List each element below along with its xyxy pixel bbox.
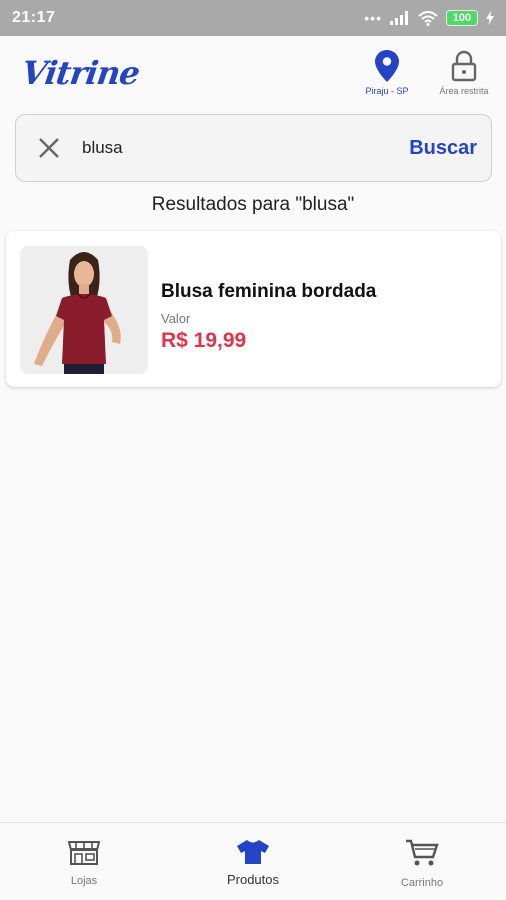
restricted-area-label: Área restrita	[439, 86, 489, 96]
shirt-icon	[237, 840, 269, 864]
status-time: 21:17	[12, 9, 56, 26]
app-logo[interactable]: Vitrine	[19, 54, 141, 92]
product-name: Blusa feminina bordada	[161, 281, 377, 302]
product-card[interactable]: Blusa feminina bordada Valor R$ 19,99	[6, 231, 501, 387]
tab-carrinho-label: Carrinho	[400, 877, 444, 889]
close-icon	[39, 138, 59, 158]
charging-icon	[486, 11, 494, 25]
search-button[interactable]: Buscar	[399, 137, 491, 160]
location-button[interactable]: Piraju - SP	[355, 50, 419, 96]
results-title: Resultados para "blusa"	[151, 194, 355, 215]
tab-lojas-label: Lojas	[70, 875, 98, 887]
tab-produtos[interactable]: Produtos	[169, 823, 337, 900]
tab-produtos-label: Produtos	[226, 872, 280, 887]
tab-lojas[interactable]: Lojas	[0, 823, 168, 900]
product-image	[20, 246, 148, 374]
clear-search-button[interactable]	[16, 114, 82, 182]
bottom-navigation: Lojas Produtos Carrinho	[0, 822, 506, 900]
signal-icon	[390, 11, 408, 25]
search-input[interactable]	[82, 138, 400, 158]
lock-icon	[451, 50, 477, 82]
location-label: Piraju - SP	[365, 86, 409, 96]
search-bar: Buscar	[15, 114, 492, 182]
status-bar: 21:17 ••• 100	[0, 0, 506, 36]
status-icons: ••• 100	[364, 10, 494, 26]
cart-icon	[406, 839, 439, 866]
app-header: Vitrine Piraju - SP Área restrita	[0, 36, 506, 114]
product-price: R$ 19,99	[161, 329, 247, 352]
dots-icon: •••	[364, 10, 382, 26]
wifi-icon	[418, 10, 438, 26]
battery-icon: 100	[446, 10, 478, 26]
location-pin-icon	[375, 50, 399, 82]
restricted-area-button[interactable]: Área restrita	[432, 50, 496, 96]
store-icon	[68, 841, 100, 865]
product-price-label: Valor	[161, 311, 191, 326]
tab-carrinho[interactable]: Carrinho	[338, 823, 506, 900]
